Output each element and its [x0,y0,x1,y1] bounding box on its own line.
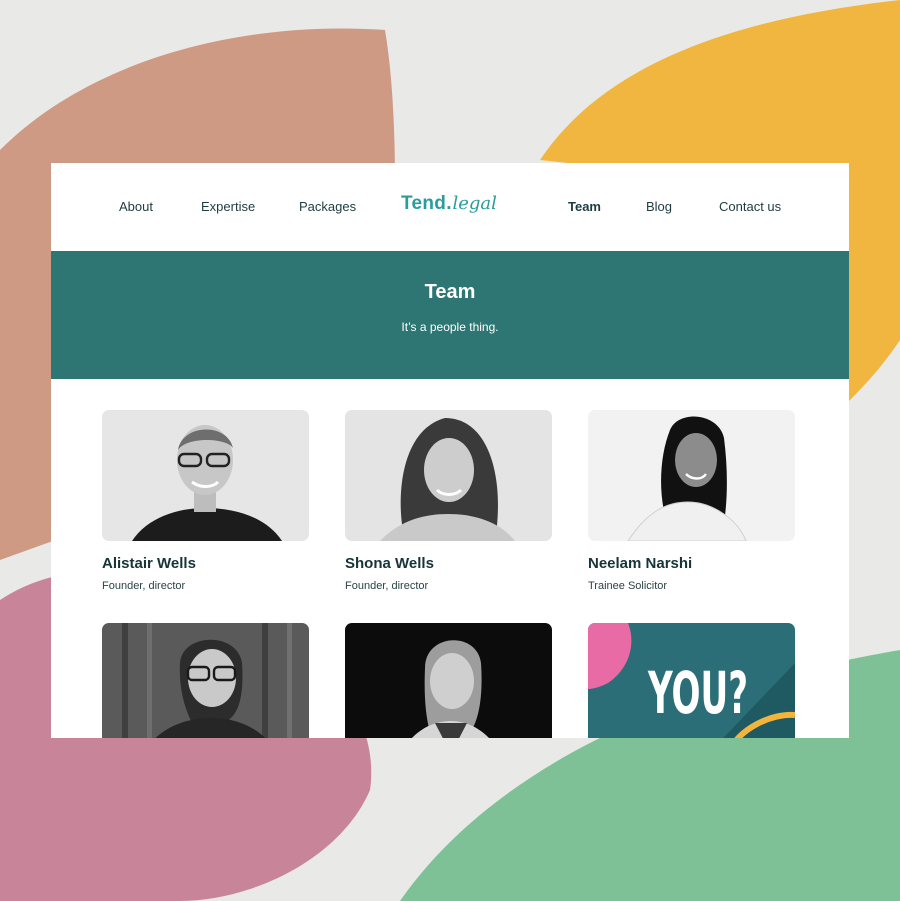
member-role: Trainee Solicitor [588,580,668,592]
member-role: Founder, director [102,580,186,592]
recruit-headline: YOU? [647,659,748,727]
logo-word: Tend [401,193,447,214]
team-card[interactable] [102,623,309,738]
tend-legal-logo[interactable]: Tend.legal [401,193,497,223]
website-window: About Expertise Packages Tend.legal Team… [51,163,849,738]
member-name: Alistair Wells [102,555,196,572]
nav-contact-us[interactable]: Contact us [719,199,781,214]
logo-dot: . [446,193,452,214]
team-card-alistair[interactable]: Alistair Wells Founder, director [102,410,309,592]
logo-script: legal [452,193,497,214]
page-subtitle: It’s a people thing. [401,320,499,334]
team-card-shona[interactable]: Shona Wells Founder, director [345,410,552,592]
portrait-photo [102,410,309,541]
team-card-neelam[interactable]: Neelam Narshi Trainee Solicitor [588,410,795,592]
portrait-photo [588,410,795,541]
nav-blog[interactable]: Blog [646,199,672,214]
portrait-photo [345,623,552,738]
nav-about[interactable]: About [119,199,153,214]
recruitment-graphic: YOU? [588,623,795,738]
member-name: Neelam Narshi [588,555,693,572]
member-role: Founder, director [345,580,429,592]
page-hero: Team It’s a people thing. [51,251,849,379]
page-title: Team [424,281,476,303]
portrait-photo [345,410,552,541]
nav-expertise[interactable]: Expertise [201,199,255,214]
nav-packages[interactable]: Packages [299,199,356,214]
top-navigation: About Expertise Packages Tend.legal Team… [51,163,849,251]
member-name: Shona Wells [345,555,434,572]
recruitment-card[interactable]: YOU? [588,623,795,738]
nav-team[interactable]: Team [568,199,601,214]
team-card[interactable] [345,623,552,738]
portrait-photo [102,623,309,738]
